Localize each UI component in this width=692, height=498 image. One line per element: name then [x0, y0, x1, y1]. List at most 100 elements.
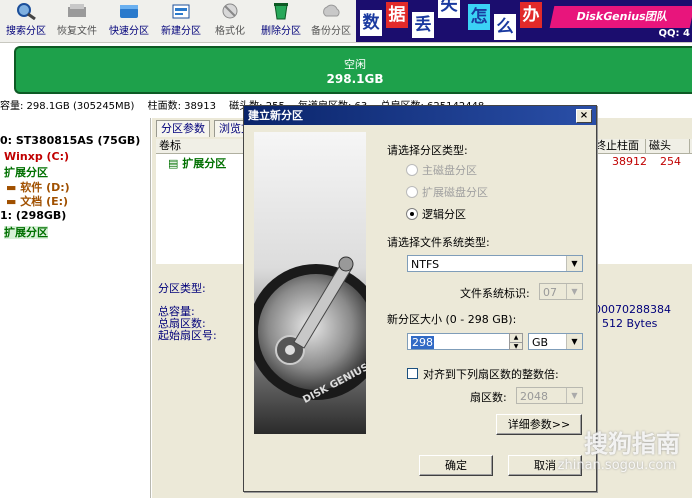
- banner-tile: 数: [360, 10, 382, 36]
- recover-file-label: 恢复文件: [57, 26, 97, 37]
- column-volume[interactable]: 卷标: [156, 139, 246, 153]
- quick-partition-icon: [120, 5, 138, 18]
- new-partition-button[interactable]: 新建分区: [156, 2, 206, 40]
- radio-extended-partition[interactable]: [406, 186, 418, 198]
- new-partition-dialog: 建立新分区 × DISK GENIUS 请选择分区类型: 主磁盘分区 扩展磁盘分…: [243, 105, 597, 492]
- disk-cylinders: 柱面数: 38913: [147, 101, 216, 111]
- align-label: 对齐到下列扇区数的整数倍:: [423, 368, 559, 381]
- chevron-down-icon[interactable]: ▼: [566, 284, 582, 299]
- delete-partition-button[interactable]: 删除分区: [256, 2, 306, 40]
- filesystem-value: NTFS: [411, 258, 440, 271]
- watermark-title: 搜狗指南: [584, 430, 680, 458]
- backup-partition-icon: [323, 4, 340, 17]
- disk-tree: 0: ST380815AS (75GB) Winxp (C:) 扩展分区 ▬ 软…: [0, 118, 151, 498]
- tree-node-documents[interactable]: ▬ 文档 (E:): [6, 193, 69, 208]
- ok-button[interactable]: 确定: [419, 455, 493, 476]
- new-partition-label: 新建分区: [161, 26, 201, 37]
- delete-partition-icon: [274, 3, 288, 20]
- hard-disk-graphic: DISK GENIUS: [254, 132, 366, 434]
- drive-icon: ▬: [6, 195, 21, 208]
- search-partition-button[interactable]: 搜索分区: [2, 2, 50, 40]
- partition-type-label: 分区类型:: [158, 282, 206, 295]
- detail-params-button[interactable]: 详细参数>>: [496, 414, 582, 435]
- radio-logical-partition[interactable]: [406, 208, 418, 220]
- close-icon: ×: [579, 110, 589, 121]
- partition-icon: ▤: [168, 157, 183, 170]
- guid-value: 00070288384: [594, 303, 671, 316]
- disk-capacity: 容量: 298.1GB (305245MB): [0, 101, 135, 111]
- search-partition-label: 搜索分区: [6, 26, 46, 37]
- hard-disk-image: DISK GENIUS: [254, 132, 366, 434]
- row-name: 扩展分区: [182, 157, 227, 170]
- banner-tile: 办: [520, 2, 542, 28]
- size-unit-select[interactable]: GB ▼: [528, 333, 583, 350]
- logical-partition-label: 逻辑分区: [422, 208, 466, 221]
- size-input[interactable]: 298: [407, 333, 511, 350]
- filesystem-select[interactable]: NTFS ▼: [407, 255, 583, 272]
- tree-node-label: 扩展分区: [4, 226, 48, 239]
- tree-node-label: 0: ST380815AS (75GB): [0, 134, 141, 147]
- backup-partition-label: 备份分区: [311, 26, 351, 37]
- filesystem-prompt: 请选择文件系统类型:: [387, 236, 490, 249]
- tree-node-label: 文档 (E:): [20, 195, 69, 208]
- banner-tile: 据: [386, 2, 408, 28]
- sector-count-value: 2048: [520, 390, 548, 403]
- free-space-size: 298.1GB: [326, 72, 384, 86]
- new-partition-icon: [172, 4, 190, 19]
- close-button[interactable]: ×: [576, 109, 592, 123]
- banner-tile: 么: [494, 14, 516, 40]
- chevron-down-icon[interactable]: ▼: [566, 334, 582, 349]
- row-head: 254: [660, 155, 681, 168]
- tree-node-software[interactable]: ▬ 软件 (D:): [6, 179, 70, 194]
- column-head[interactable]: 磁头: [646, 139, 690, 153]
- tab-partition-params[interactable]: 分区参数: [156, 120, 210, 137]
- align-checkbox[interactable]: [407, 368, 418, 379]
- banner-tile: 丢: [412, 12, 434, 38]
- chevron-down-icon[interactable]: ▼: [566, 388, 582, 403]
- dialog-title-bar[interactable]: 建立新分区 ×: [244, 106, 596, 125]
- banner-tile: 怎: [468, 4, 490, 30]
- tree-node-extended-selected[interactable]: 扩展分区: [4, 224, 48, 239]
- spin-up-icon[interactable]: ▲: [510, 334, 522, 343]
- ad-banner[interactable]: 数 据 丢 失 怎 么 办 DiskGenius团队 QQ: 4: [356, 0, 692, 42]
- row-end-cylinder: 38912: [612, 155, 647, 168]
- recover-file-button[interactable]: 恢复文件: [52, 2, 102, 40]
- tree-node-disk1[interactable]: 1: (298GB): [0, 209, 66, 223]
- filesystem-id-label: 文件系统标识:: [460, 287, 530, 300]
- qq-label: QQ: 4: [658, 28, 690, 39]
- format-label: 格式化: [215, 26, 245, 37]
- tree-node-extended[interactable]: 扩展分区: [4, 164, 48, 179]
- size-spinner[interactable]: ▲ ▼: [509, 333, 523, 350]
- delete-partition-label: 删除分区: [261, 26, 301, 37]
- tree-node-label: 扩展分区: [4, 166, 48, 179]
- filesystem-id-value: 07: [543, 286, 557, 299]
- brand-label: DiskGenius团队: [549, 6, 692, 28]
- table-row[interactable]: ▤ 扩展分区: [168, 155, 238, 170]
- chevron-down-icon[interactable]: ▼: [566, 256, 582, 271]
- tree-node-winxp[interactable]: Winxp (C:): [4, 150, 69, 164]
- spin-down-icon[interactable]: ▼: [510, 343, 522, 350]
- free-space-label: 空闲: [344, 58, 366, 71]
- extended-partition-label: 扩展磁盘分区: [422, 186, 488, 199]
- size-label: 新分区大小 (0 - 298 GB):: [387, 313, 517, 326]
- format-icon: [222, 3, 238, 19]
- sector-count-select[interactable]: 2048 ▼: [516, 387, 583, 404]
- search-partition-icon: [17, 3, 36, 20]
- column-end-cylinder[interactable]: 终止柱面: [592, 139, 646, 153]
- sector-count-label: 扇区数:: [470, 391, 507, 404]
- quick-partition-button[interactable]: 快速分区: [104, 2, 154, 40]
- dialog-title: 建立新分区: [248, 109, 303, 122]
- recover-file-icon: [68, 4, 86, 17]
- format-button[interactable]: 格式化: [208, 2, 252, 40]
- size-unit-value: GB: [532, 336, 549, 349]
- filesystem-id-select[interactable]: 07 ▼: [539, 283, 583, 300]
- tree-node-label: 1: (298GB): [0, 209, 67, 222]
- tree-node-label: Winxp (C:): [4, 150, 70, 163]
- radio-primary-partition[interactable]: [406, 164, 418, 176]
- watermark-url: zhinan.sogou.com: [557, 458, 676, 473]
- disk-free-space-bar[interactable]: 空闲 298.1GB: [14, 46, 692, 94]
- backup-partition-button[interactable]: 备份分区: [306, 2, 356, 40]
- sector-size-value: 512 Bytes: [602, 317, 658, 330]
- tree-node-disk0[interactable]: 0: ST380815AS (75GB): [0, 134, 140, 148]
- partition-type-prompt: 请选择分区类型:: [387, 144, 468, 157]
